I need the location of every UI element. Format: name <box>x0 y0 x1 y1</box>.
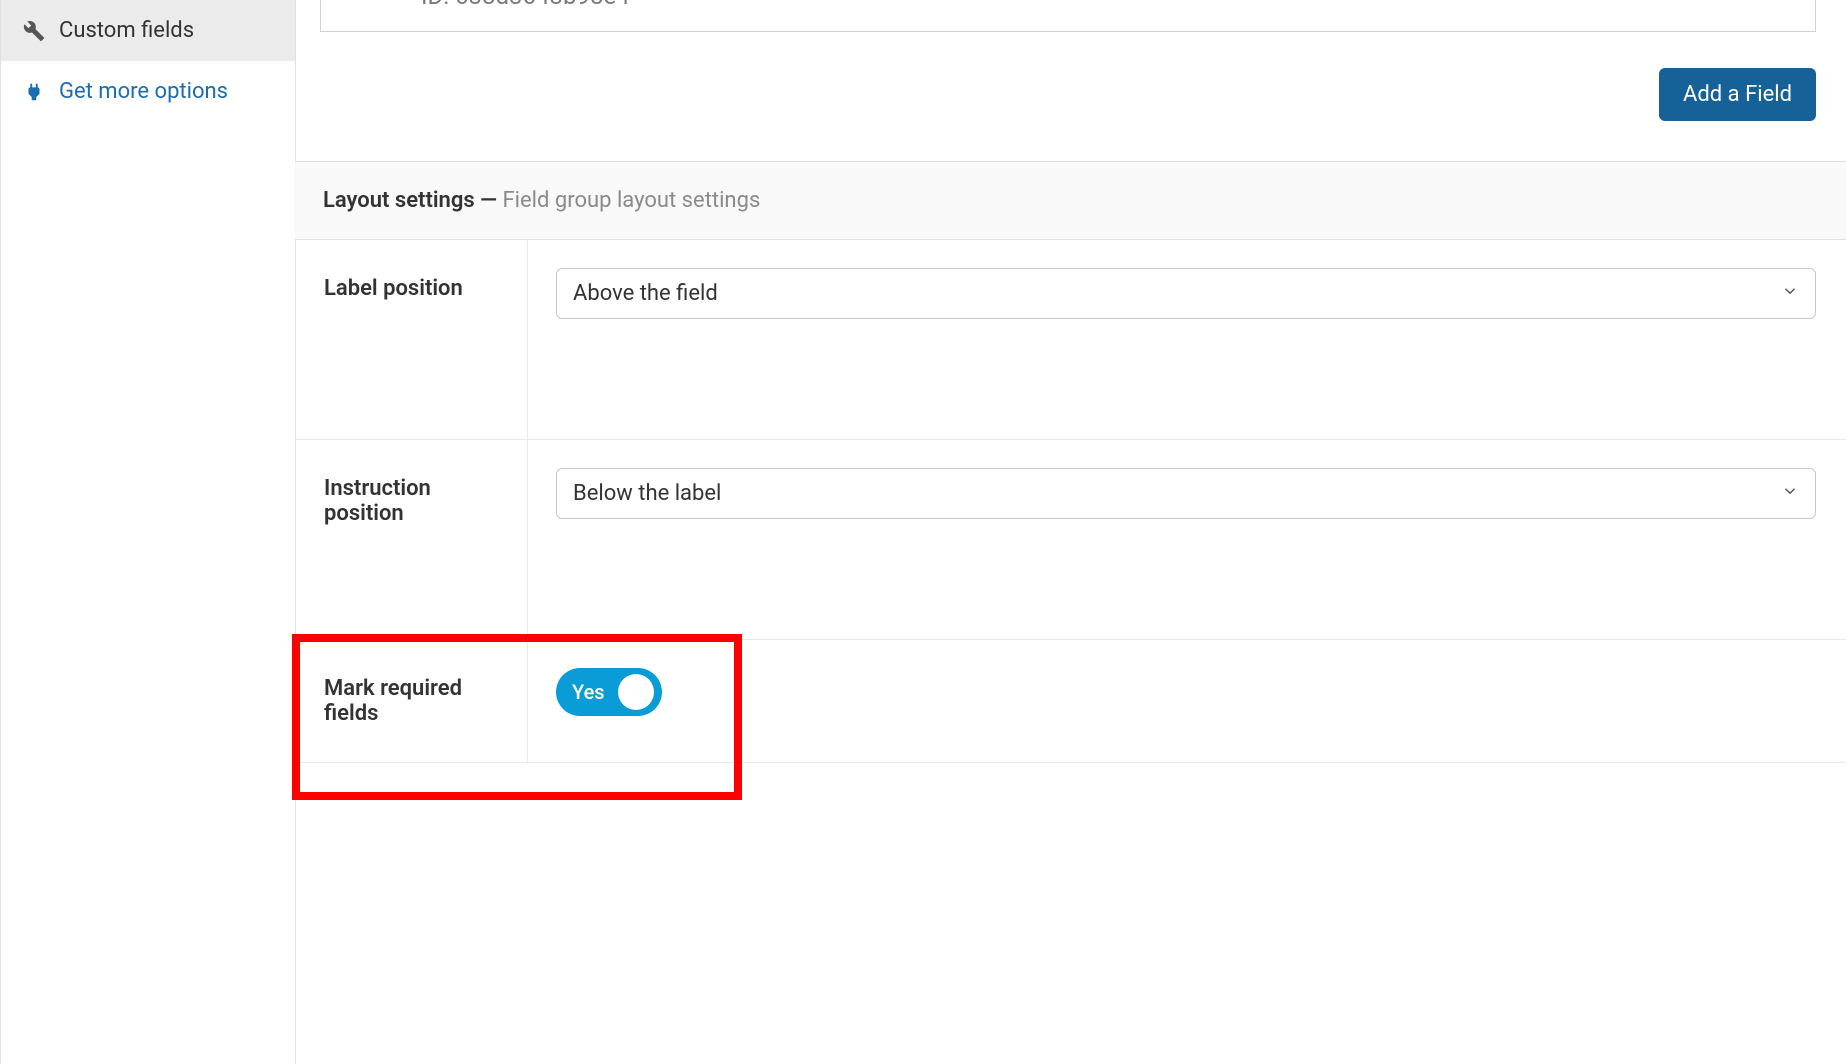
section-separator: — <box>475 188 503 213</box>
setting-label: Instruction position <box>296 440 528 639</box>
sidebar-item-custom-fields[interactable]: Custom fields <box>1 0 295 61</box>
instruction-position-select[interactable]: Below the label <box>556 468 1816 519</box>
setting-control: Yes <box>528 640 1846 762</box>
setting-label: Label position <box>296 240 528 439</box>
add-field-button[interactable]: Add a Field <box>1659 68 1816 121</box>
add-field-row: Add a Field <box>296 32 1846 161</box>
toggle-label: Yes <box>572 680 605 704</box>
setting-control: Below the label <box>528 440 1846 639</box>
section-title: Layout settings <box>323 188 475 213</box>
field-id-text: ID: 638d3643b98e4 <box>421 0 630 10</box>
setting-label: Mark required fields <box>296 640 528 762</box>
setting-row-instruction-position: Instruction position Below the label <box>296 440 1846 640</box>
toggle-knob <box>618 674 654 710</box>
field-id-box: ID: 638d3643b98e4 <box>320 0 1816 32</box>
select-value: Below the label <box>573 481 721 506</box>
settings-table: Label position Above the field Instructi… <box>296 240 1846 763</box>
sidebar-item-get-more-options[interactable]: Get more options <box>1 61 295 122</box>
label-position-select[interactable]: Above the field <box>556 268 1816 319</box>
setting-row-label-position: Label position Above the field <box>296 240 1846 440</box>
mark-required-toggle[interactable]: Yes <box>556 668 662 716</box>
wrench-icon <box>23 20 45 42</box>
main-content: ID: 638d3643b98e4 Add a Field Layout set… <box>296 0 1846 1064</box>
sidebar: Custom fields Get more options <box>0 0 296 1064</box>
setting-row-mark-required: Mark required fields Yes <box>296 640 1846 763</box>
plug-icon <box>23 81 45 103</box>
layout-settings-header: Layout settings — Field group layout set… <box>295 161 1846 240</box>
setting-control: Above the field <box>528 240 1846 439</box>
chevron-down-icon <box>1781 281 1799 306</box>
select-value: Above the field <box>573 281 718 306</box>
chevron-down-icon <box>1781 481 1799 506</box>
section-subtitle: Field group layout settings <box>502 188 760 213</box>
sidebar-item-label: Get more options <box>59 79 228 104</box>
sidebar-item-label: Custom fields <box>59 18 194 43</box>
